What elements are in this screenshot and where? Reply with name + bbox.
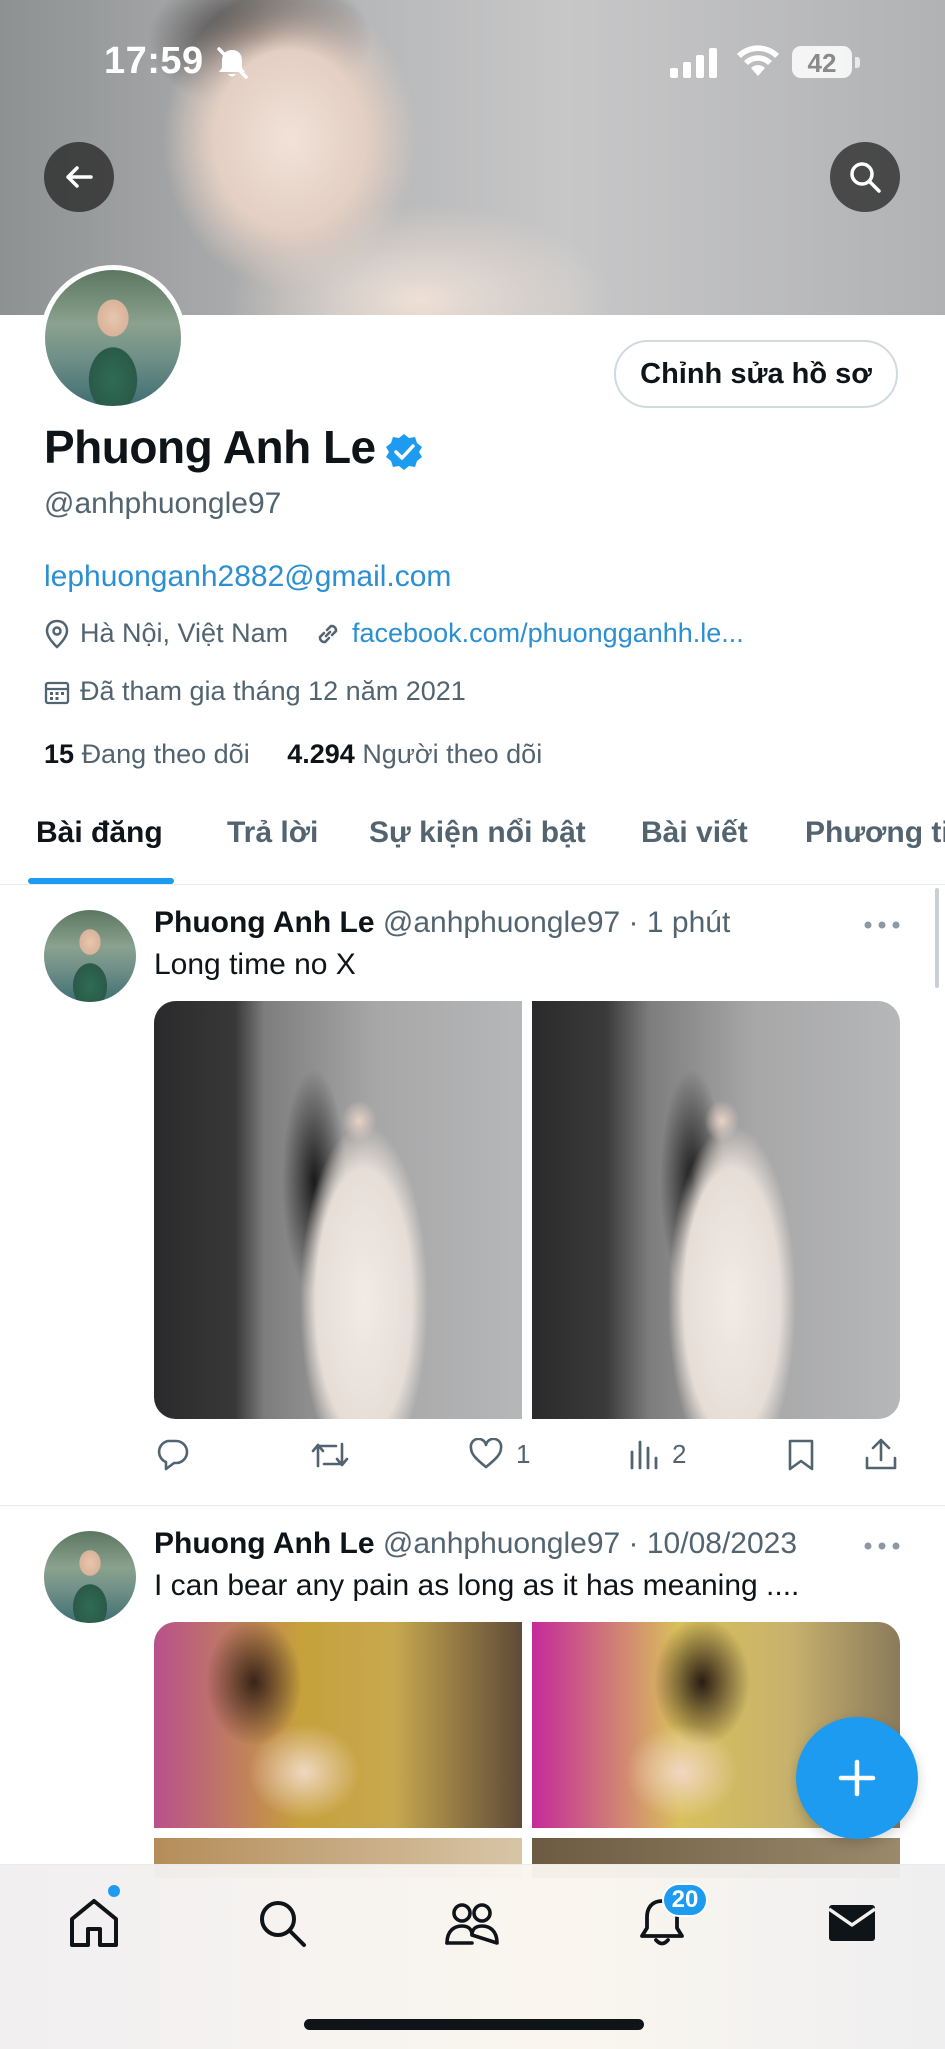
communities-icon[interactable]: [444, 1895, 500, 1951]
bookmark-button[interactable]: [786, 1438, 816, 1472]
heart-icon: [469, 1438, 503, 1469]
tab-media[interactable]: Phương ti: [805, 816, 945, 850]
following-label: Đang theo dõi: [81, 739, 250, 769]
location-pin-icon: [45, 619, 69, 649]
tab-articles[interactable]: Bài viết: [641, 816, 748, 850]
repost-icon: [311, 1442, 349, 1468]
profile-website[interactable]: facebook.com/phuongganhh.le...: [314, 618, 744, 649]
post-text: Long time no X: [154, 948, 356, 981]
followers-link[interactable]: 4.294 Người theo dõi: [287, 739, 542, 769]
post-divider: [0, 1505, 945, 1506]
followers-label: Người theo dõi: [362, 739, 543, 769]
tab-replies[interactable]: Trả lời: [227, 816, 318, 850]
compose-post-button[interactable]: [796, 1717, 918, 1839]
battery-indicator: 42: [792, 46, 862, 80]
post-meta: @anhphuongle97 · 1 phút: [382, 906, 731, 939]
website-link[interactable]: facebook.com/phuongganhh.le...: [352, 618, 744, 649]
active-tab-indicator: [28, 878, 174, 884]
post-meta: @anhphuongle97 · 10/08/2023: [382, 1527, 798, 1560]
profile-location: Hà Nội, Việt Nam: [44, 618, 288, 649]
search-icon[interactable]: [254, 1895, 310, 1951]
post-avatar[interactable]: [44, 1531, 136, 1623]
views-chart-icon: [630, 1440, 658, 1470]
notifications-badge: 20: [662, 1883, 708, 1917]
post-text: I can bear any pain as long as it has me…: [154, 1569, 800, 1602]
post-image[interactable]: [154, 1622, 522, 1828]
profile-joined: Đã tham gia tháng 12 năm 2021: [44, 676, 466, 707]
scrollbar[interactable]: [935, 888, 939, 988]
post-image[interactable]: [532, 1001, 900, 1419]
share-icon: [865, 1438, 897, 1470]
reply-icon: [157, 1439, 189, 1471]
tab-posts[interactable]: Bài đăng: [36, 816, 163, 850]
bell-muted-icon: [217, 47, 248, 79]
home-unread-dot: [108, 1885, 120, 1897]
cellular-signal-icon: [670, 48, 717, 78]
following-link[interactable]: 15 Đang theo dõi: [44, 739, 250, 769]
post-author-name[interactable]: Phuong Anh Le: [154, 906, 375, 939]
search-button[interactable]: [830, 142, 900, 212]
tab-highlights[interactable]: Sự kiện nổi bật: [369, 816, 586, 850]
status-time: 17:59: [104, 40, 204, 82]
profile-name: Phuong Anh Le: [44, 421, 376, 473]
bottom-navigation: 20: [0, 1864, 945, 2049]
post-image[interactable]: [154, 1001, 522, 1419]
share-button[interactable]: [864, 1436, 898, 1472]
post-author-name[interactable]: Phuong Anh Le: [154, 1527, 375, 1560]
search-icon: [850, 162, 881, 193]
post-avatar[interactable]: [44, 910, 136, 1002]
arrow-left-icon: [66, 166, 93, 188]
followers-count: 4.294: [287, 739, 355, 769]
edit-profile-button[interactable]: Chỉnh sửa hồ sơ: [614, 340, 898, 408]
following-count: 15: [44, 739, 75, 769]
back-button[interactable]: [44, 142, 114, 212]
bookmark-icon: [788, 1439, 814, 1471]
like-button[interactable]: 1: [468, 1438, 530, 1470]
post-header: Phuong Anh Le @anhphuongle97 · 10/08/202…: [154, 1527, 797, 1561]
location-text: Hà Nội, Việt Nam: [80, 618, 289, 648]
profile-bio-email[interactable]: lephuonganh2882@gmail.com: [44, 560, 451, 594]
views-button[interactable]: 2: [628, 1438, 686, 1470]
more-options-icon[interactable]: [862, 1540, 902, 1552]
wifi-icon: [737, 45, 779, 76]
messages-envelope-icon[interactable]: [824, 1895, 880, 1951]
post-header: Phuong Anh Le @anhphuongle97 · 1 phút: [154, 906, 730, 940]
profile-handle: @anhphuongle97: [44, 487, 282, 520]
repost-button[interactable]: [310, 1438, 350, 1472]
link-icon: [318, 624, 338, 643]
follow-stats: 15 Đang theo dõi 4.294 Người theo dõi: [44, 739, 542, 770]
profile-avatar[interactable]: [40, 265, 186, 411]
profile-tabs: Bài đăng Trả lời Sự kiện nổi bật Bài viế…: [0, 800, 945, 885]
like-count: 1: [516, 1438, 531, 1469]
home-indicator: [304, 2019, 644, 2030]
views-count: 2: [672, 1438, 687, 1469]
joined-text: Đã tham gia tháng 12 năm 2021: [80, 676, 466, 706]
plus-icon: [838, 1759, 876, 1797]
home-icon[interactable]: [66, 1895, 122, 1951]
battery-level: 42: [807, 48, 837, 78]
verified-badge-icon[interactable]: [384, 432, 424, 472]
reply-button[interactable]: [154, 1438, 190, 1472]
calendar-icon: [44, 681, 70, 704]
more-options-icon[interactable]: [862, 919, 902, 931]
